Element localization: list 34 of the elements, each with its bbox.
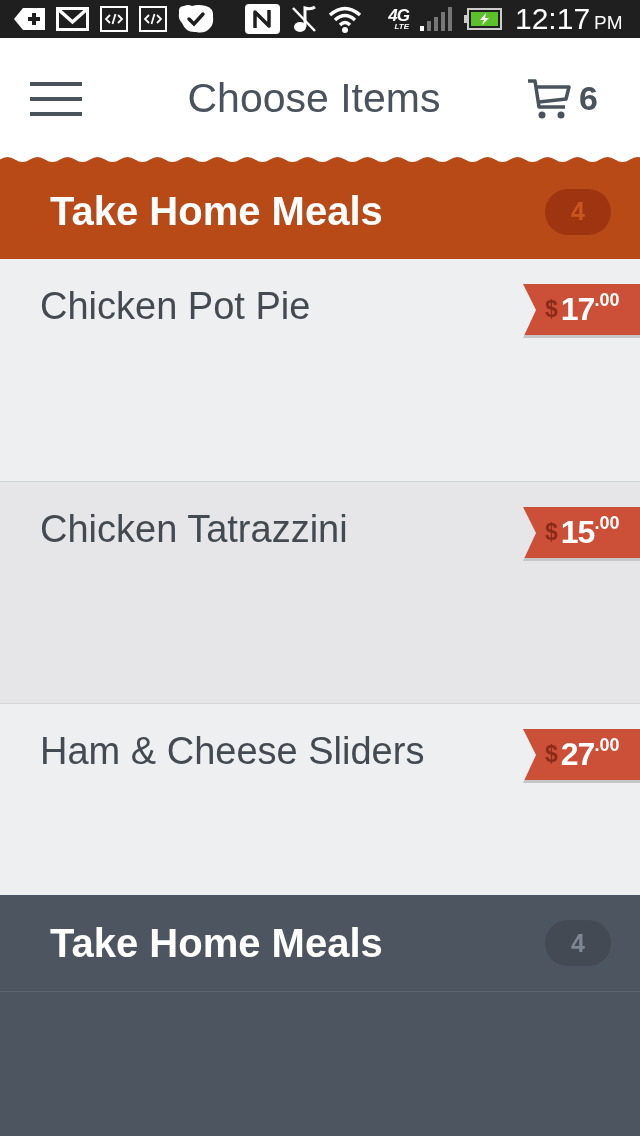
category-title: Take Home Meals — [50, 189, 383, 234]
tag-plus-icon — [14, 8, 45, 30]
item-name: Chicken Pot Pie — [40, 285, 311, 328]
mail-icon — [56, 7, 89, 31]
price-cents: .00 — [594, 291, 620, 309]
price-amount: 27 — [560, 738, 595, 770]
price-amount: 17 — [560, 293, 595, 325]
muted-music-icon — [291, 4, 317, 34]
currency-symbol: $ — [545, 743, 558, 766]
clock-meridiem: PM — [594, 12, 623, 34]
currency-symbol: $ — [545, 298, 558, 321]
code-icon — [100, 6, 128, 32]
category-title: Take Home Meals — [50, 920, 383, 966]
network-type-label: 4G — [388, 7, 409, 24]
check-bubble-icon — [178, 4, 214, 34]
code-icon — [139, 6, 167, 32]
count-badge: 4 — [545, 920, 611, 966]
network-sub-label: LTE — [394, 23, 409, 31]
price-amount: 15 — [560, 516, 595, 548]
menu-button[interactable] — [30, 81, 82, 116]
price-cents: .00 — [594, 736, 620, 754]
cart-button[interactable]: 6 — [527, 77, 598, 120]
item-name: Chicken Tatrazzini — [40, 508, 348, 551]
currency-symbol: $ — [545, 521, 558, 544]
screen-title: Choose Items — [187, 75, 441, 122]
menu-icon — [30, 81, 82, 116]
wifi-icon — [328, 5, 362, 33]
clock-time: 12:17 — [515, 4, 591, 34]
cart-icon — [527, 77, 572, 120]
item-name: Ham & Cheese Sliders — [40, 730, 425, 773]
nfc-icon — [245, 4, 280, 34]
signal-icon — [420, 7, 453, 31]
battery-icon — [464, 8, 502, 30]
price-cents: .00 — [594, 514, 620, 532]
